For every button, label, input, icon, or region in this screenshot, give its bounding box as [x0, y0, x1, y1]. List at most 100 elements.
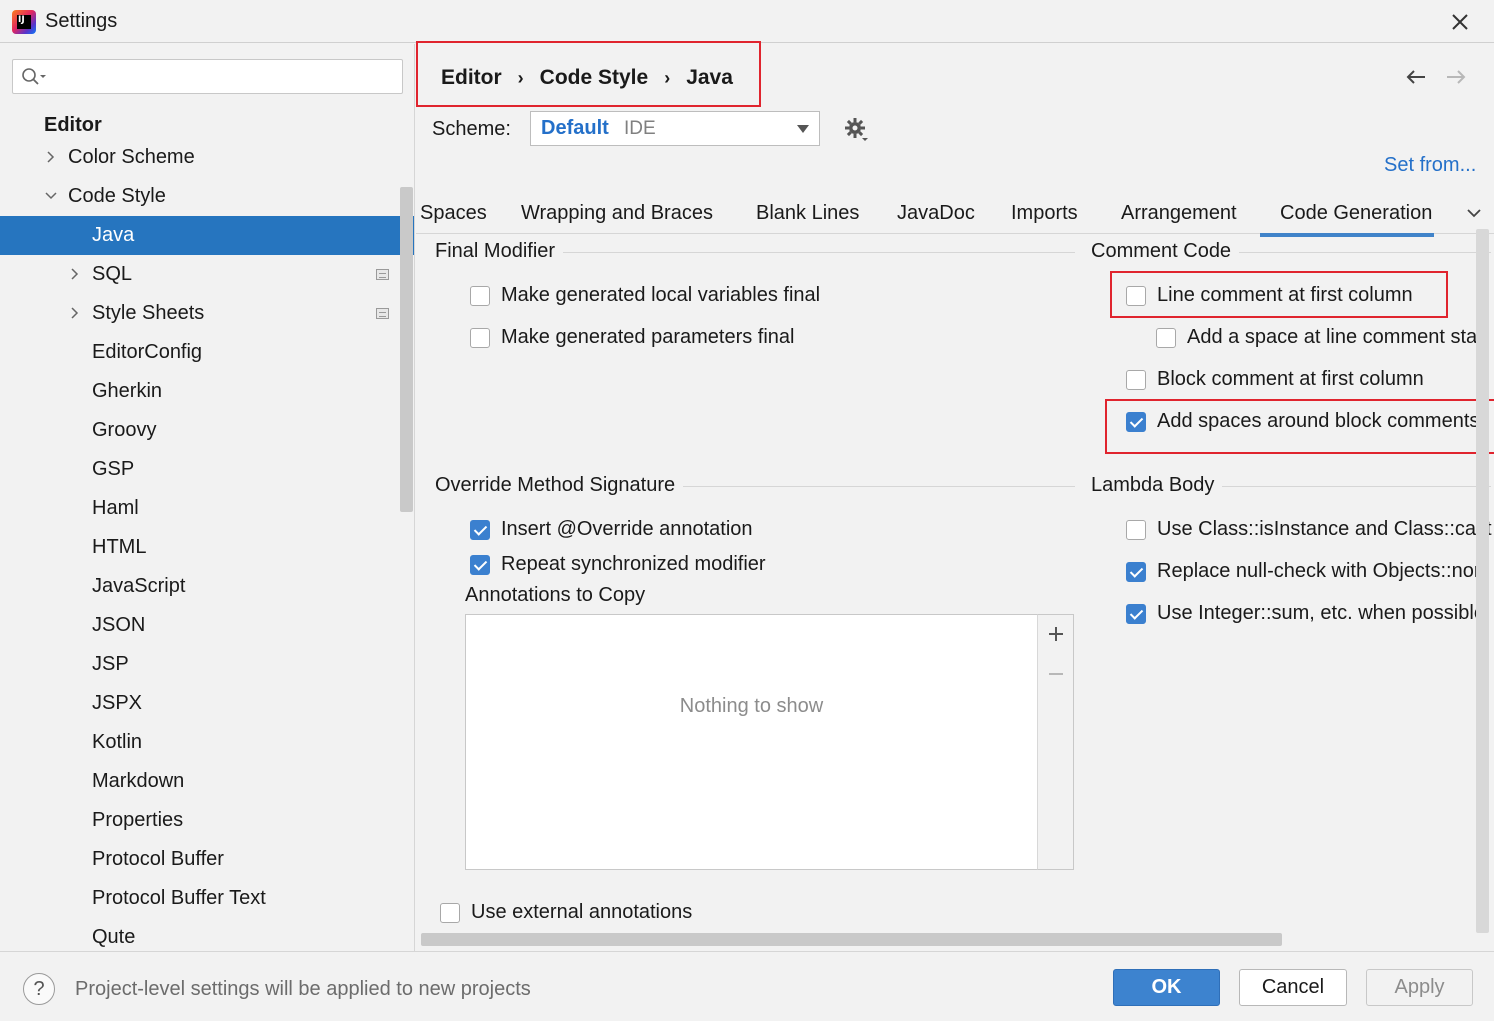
help-button[interactable]: ? [23, 973, 55, 1005]
chevron-right-icon[interactable] [69, 268, 81, 280]
tab-spaces[interactable]: Spaces [420, 202, 487, 225]
checkbox[interactable] [1156, 327, 1176, 348]
vertical-scrollbar[interactable] [1476, 229, 1489, 933]
tree-item-protocol-buffer-text[interactable]: Protocol Buffer Text [0, 879, 400, 918]
settings-main-panel: Editor › Code Style › Java Scheme: Defau… [416, 41, 1494, 951]
sidebar-scrollbar[interactable] [400, 187, 413, 512]
settings-search-input[interactable] [53, 64, 393, 89]
tree-item-label: Java [92, 224, 135, 246]
tree-item-label: JavaScript [92, 575, 186, 597]
checkbox[interactable] [470, 519, 490, 540]
tree-item-color-scheme[interactable]: Color Scheme [0, 138, 400, 177]
group-title-final-modifier: Final Modifier [435, 240, 564, 263]
chevron-down-icon[interactable] [1466, 207, 1482, 219]
dropdown-arrow-icon [797, 125, 809, 133]
add-icon[interactable] [1047, 625, 1065, 643]
tree-item-label: Gherkin [92, 380, 163, 402]
tree-item-label: Qute [92, 926, 136, 948]
checkbox-integer-sum[interactable]: Use Integer::sum, etc. when possible [1126, 602, 1485, 625]
tree-item-json[interactable]: JSON [0, 606, 400, 645]
checkbox-block-comment-first-column[interactable]: Block comment at first column [1126, 368, 1424, 391]
tree-item-code-style[interactable]: Code Style [0, 177, 400, 216]
tree-item-properties[interactable]: Properties [0, 801, 400, 840]
checkbox[interactable] [1126, 603, 1146, 624]
cancel-button[interactable]: Cancel [1239, 969, 1347, 1006]
annotations-list[interactable]: Nothing to show [465, 614, 1038, 870]
tab-arrangement[interactable]: Arrangement [1121, 202, 1237, 225]
tree-item-label: JSP [92, 653, 129, 675]
tree-item-jsp[interactable]: JSP [0, 645, 400, 684]
empty-list-text: Nothing to show [679, 695, 824, 717]
tab-imports[interactable]: Imports [1011, 202, 1078, 225]
checkbox-space-at-line-comment-start[interactable]: Add a space at line comment star [1156, 326, 1484, 349]
checkbox-insert-override[interactable]: Insert @Override annotation [470, 518, 753, 541]
title-bar: IJ Settings [0, 0, 1494, 43]
checkbox-isinstance-cast[interactable]: Use Class::isInstance and Class::cast [1126, 518, 1492, 541]
checkbox-replace-null-check[interactable]: Replace null-check with Objects::non [1126, 560, 1485, 583]
tree-item-style-sheets[interactable]: Style Sheets [0, 294, 400, 333]
tree-item-label: Protocol Buffer Text [92, 887, 266, 909]
checkbox[interactable] [470, 327, 490, 348]
checkbox-label: Make generated local variables final [501, 284, 821, 306]
tree-item-sql[interactable]: SQL [0, 255, 400, 294]
settings-search-box[interactable] [12, 59, 403, 94]
tree-item-java[interactable]: Java [0, 216, 414, 255]
apply-button[interactable]: Apply [1366, 969, 1473, 1006]
footer-message: Project-level settings will be applied t… [75, 978, 531, 1000]
ok-button[interactable]: OK [1113, 969, 1220, 1006]
checkbox[interactable] [1126, 561, 1146, 582]
checkbox-label: Make generated parameters final [501, 326, 795, 348]
tab-code-generation[interactable]: Code Generation [1259, 202, 1435, 237]
forward-arrow-icon[interactable] [1445, 66, 1467, 88]
tree-item-html[interactable]: HTML [0, 528, 400, 567]
tree-item-label: Groovy [92, 419, 157, 441]
checkbox-parameters-final[interactable]: Make generated parameters final [470, 326, 795, 349]
tree-item-haml[interactable]: Haml [0, 489, 400, 528]
checkbox[interactable] [470, 554, 490, 575]
tree-item-label: Haml [92, 497, 139, 519]
tree-item-javascript[interactable]: JavaScript [0, 567, 400, 606]
tree-item-label: Kotlin [92, 731, 143, 753]
set-from-link[interactable]: Set from... [1384, 154, 1476, 177]
annotations-to-copy-label: Annotations to Copy [465, 584, 646, 606]
chevron-right-icon[interactable] [45, 151, 57, 163]
tree-item-label: SQL [92, 263, 133, 285]
checkbox-external-annotations[interactable]: Use external annotations [440, 901, 692, 924]
remove-icon[interactable] [1047, 665, 1065, 683]
tree-item-groovy[interactable]: Groovy [0, 411, 400, 450]
horizontal-scrollbar[interactable] [421, 933, 1282, 946]
tree-item-gsp[interactable]: GSP [0, 450, 400, 489]
checkbox[interactable] [1126, 519, 1146, 540]
tree-item-label: JSPX [92, 692, 143, 714]
chevron-down-icon[interactable] [45, 190, 57, 202]
tree-item-label: Code Style [68, 185, 166, 207]
tree-item-protocol-buffer[interactable]: Protocol Buffer [0, 840, 400, 879]
checkbox[interactable] [1126, 369, 1146, 390]
tree-item-qute[interactable]: Qute [0, 918, 400, 951]
back-arrow-icon[interactable] [1405, 66, 1427, 88]
tree-item-label: EditorConfig [92, 341, 203, 363]
tree-item-markdown[interactable]: Markdown [0, 762, 400, 801]
checkbox-label: Repeat synchronized modifier [501, 553, 766, 575]
tree-item-jspx[interactable]: JSPX [0, 684, 400, 723]
tab-blank-lines[interactable]: Blank Lines [756, 202, 859, 225]
close-icon[interactable] [1448, 10, 1472, 34]
tree-item-label: JSON [92, 614, 146, 636]
tab-javadoc[interactable]: JavaDoc [897, 202, 975, 225]
tab-wrapping-and-braces[interactable]: Wrapping and Braces [521, 202, 713, 225]
scheme-name: Default [541, 117, 609, 139]
checkbox[interactable] [440, 902, 460, 923]
checkbox[interactable] [470, 285, 490, 306]
tree-item-label: Color Scheme [68, 146, 195, 168]
tree-item-kotlin[interactable]: Kotlin [0, 723, 400, 762]
checkbox-repeat-synchronized[interactable]: Repeat synchronized modifier [470, 553, 766, 576]
gear-icon[interactable] [844, 117, 870, 143]
scheme-dropdown[interactable]: Default IDE [530, 111, 820, 146]
tree-item-editorconfig[interactable]: EditorConfig [0, 333, 400, 372]
chevron-right-icon[interactable] [69, 307, 81, 319]
tree-item-gherkin[interactable]: Gherkin [0, 372, 400, 411]
checkbox-local-variables-final[interactable]: Make generated local variables final [470, 284, 820, 307]
tree-header-editor: Editor [44, 114, 102, 136]
highlight-box-line-comment [1110, 271, 1448, 318]
tree-item-label: GSP [92, 458, 135, 480]
